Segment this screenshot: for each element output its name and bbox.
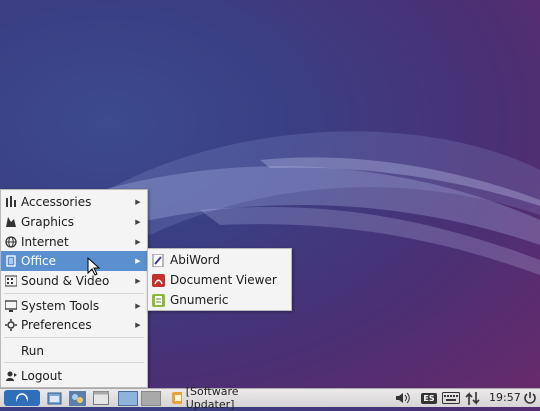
sound-video-icon xyxy=(5,275,17,287)
system-tools-icon xyxy=(5,300,17,312)
submenu-item-abiword[interactable]: AbiWord xyxy=(148,250,291,270)
application-menu: Accessories ▶ Graphics ▶ Internet ▶ Offi… xyxy=(0,189,148,388)
office-icon xyxy=(5,255,17,267)
menu-item-label: Sound & Video xyxy=(21,274,110,288)
document-viewer-icon xyxy=(152,273,165,287)
menu-item-label: Office xyxy=(21,254,57,268)
menu-item-label: Internet xyxy=(21,235,69,249)
preferences-icon xyxy=(5,319,17,331)
desktop-icon xyxy=(92,391,109,405)
volume-icon xyxy=(396,392,410,404)
submenu-item-document-viewer[interactable]: Document Viewer xyxy=(148,270,291,290)
shutdown-button[interactable] xyxy=(521,390,539,406)
taskbar: [Software Updater] ES 19:57 xyxy=(0,385,540,411)
gnumeric-icon xyxy=(152,293,165,307)
submenu-item-label: Gnumeric xyxy=(170,293,229,307)
volume-button[interactable] xyxy=(394,390,412,406)
keyboard-icon xyxy=(442,392,460,404)
menu-item-label: Accessories xyxy=(21,195,92,209)
accessories-icon xyxy=(5,196,17,208)
task-label: [Software Updater] xyxy=(185,385,239,411)
mouse-cursor-icon xyxy=(87,257,101,276)
workspace-icon xyxy=(118,390,138,406)
browser-launcher[interactable] xyxy=(67,390,87,406)
menu-item-office[interactable]: Office ▶ xyxy=(1,251,147,271)
menu-item-internet[interactable]: Internet ▶ xyxy=(1,232,147,252)
menu-item-label: System Tools xyxy=(21,299,100,313)
menu-item-label: Graphics xyxy=(21,215,74,229)
file-manager-icon xyxy=(47,392,62,404)
menu-item-graphics[interactable]: Graphics ▶ xyxy=(1,212,147,232)
submenu-arrow-icon: ▶ xyxy=(135,302,141,310)
network-button[interactable] xyxy=(464,390,482,406)
menu-separator xyxy=(4,337,144,338)
menu-item-label: Run xyxy=(21,344,45,358)
submenu-arrow-icon: ▶ xyxy=(135,321,141,329)
file-manager-launcher[interactable] xyxy=(46,390,63,406)
submenu-arrow-icon: ▶ xyxy=(135,238,141,246)
network-transfer-icon xyxy=(465,391,480,405)
clock[interactable]: 19:57 xyxy=(489,391,521,404)
abiword-icon xyxy=(152,253,165,267)
workspace-2[interactable] xyxy=(140,390,162,406)
menu-item-preferences[interactable]: Preferences ▶ xyxy=(1,315,147,335)
task-software-updater[interactable]: [Software Updater] xyxy=(169,385,271,411)
keyboard-button[interactable] xyxy=(441,390,461,406)
workspace-icon xyxy=(141,390,161,406)
menu-item-logout[interactable]: Logout xyxy=(1,366,147,386)
menu-separator xyxy=(4,293,144,294)
keyboard-layout-indicator[interactable]: ES xyxy=(419,390,439,406)
workspace-1[interactable] xyxy=(117,390,139,406)
power-icon xyxy=(524,392,536,404)
submenu-arrow-icon: ▶ xyxy=(135,257,141,265)
logout-icon xyxy=(5,370,17,382)
menu-item-label: Preferences xyxy=(21,318,92,332)
lubuntu-logo-icon xyxy=(4,390,40,406)
menu-item-sound-video[interactable]: Sound & Video ▶ xyxy=(1,271,147,291)
menu-separator xyxy=(4,362,144,363)
menu-item-run[interactable]: Run xyxy=(1,341,147,361)
submenu-item-label: AbiWord xyxy=(170,253,221,267)
office-submenu: AbiWord Document Viewer Gnumeric xyxy=(147,248,292,311)
desktop-launcher[interactable] xyxy=(91,390,110,406)
submenu-item-gnumeric[interactable]: Gnumeric xyxy=(148,290,291,310)
internet-icon xyxy=(5,236,17,248)
submenu-item-label: Document Viewer xyxy=(170,273,277,287)
menu-item-accessories[interactable]: Accessories ▶ xyxy=(1,192,147,212)
browser-icon xyxy=(68,390,86,406)
start-menu-button[interactable] xyxy=(2,390,42,406)
submenu-arrow-icon: ▶ xyxy=(135,218,141,226)
submenu-arrow-icon: ▶ xyxy=(135,277,141,285)
language-label: ES xyxy=(421,392,437,404)
graphics-icon xyxy=(5,216,17,228)
menu-item-label: Logout xyxy=(21,369,63,383)
menu-item-system-tools[interactable]: System Tools ▶ xyxy=(1,296,147,316)
submenu-arrow-icon: ▶ xyxy=(135,198,141,206)
software-updater-icon xyxy=(172,392,182,404)
